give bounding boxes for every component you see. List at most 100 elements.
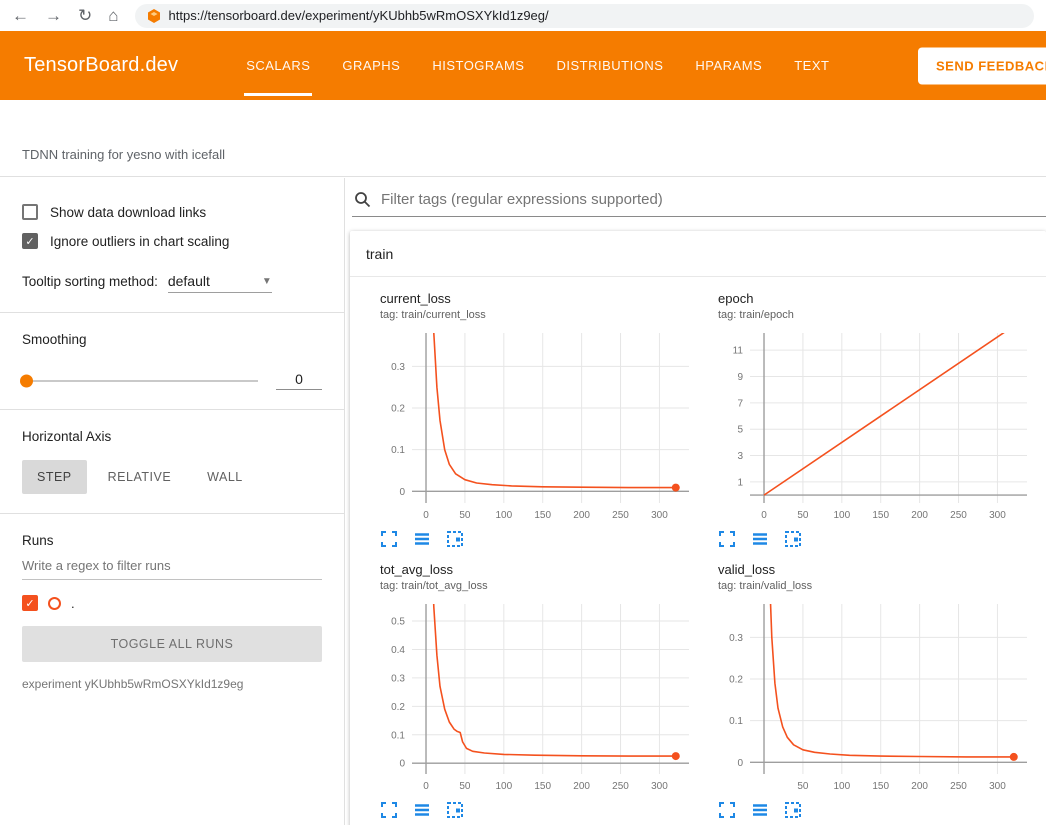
chart-current-loss[interactable]: 00.10.20.3050100150200250300 (366, 327, 696, 527)
fit-domain-icon[interactable] (784, 801, 802, 819)
svg-text:50: 50 (797, 781, 809, 792)
svg-text:300: 300 (989, 510, 1006, 521)
svg-text:0: 0 (399, 487, 405, 498)
svg-text:300: 300 (651, 781, 668, 792)
tooltip-sorting-dropdown[interactable]: default ▼ (168, 273, 272, 293)
run-row[interactable]: . (22, 595, 322, 611)
chart-tag: tag: train/current_loss (366, 309, 696, 321)
svg-text:250: 250 (950, 510, 967, 521)
divider (0, 312, 344, 313)
svg-text:50: 50 (459, 781, 471, 792)
ignore-outliers-label: Ignore outliers in chart scaling (50, 234, 229, 249)
chart-block-current-loss: current_loss tag: train/current_loss 00.… (366, 291, 696, 548)
svg-text:3: 3 (737, 451, 743, 462)
tab-text[interactable]: TEXT (778, 31, 845, 100)
horizontal-axis-label: Horizontal Axis (22, 429, 322, 444)
experiment-caption: experiment yKUbhb5wRmOSXYkId1z9eg (22, 677, 322, 691)
tab-distributions[interactable]: DISTRIBUTIONS (540, 31, 679, 100)
svg-text:100: 100 (833, 510, 850, 521)
experiment-header: TDNN training for yesno with icefall (0, 100, 1046, 177)
runs-label: Runs (22, 533, 322, 548)
smoothing-value[interactable]: 0 (276, 371, 322, 390)
tab-hparams[interactable]: HPARAMS (679, 31, 778, 100)
svg-text:0: 0 (737, 758, 743, 769)
tab-graphs[interactable]: GRAPHS (326, 31, 416, 100)
chart-tot-avg-loss[interactable]: 00.10.20.30.40.5050100150200250300 (366, 598, 696, 798)
svg-text:250: 250 (950, 781, 967, 792)
svg-text:150: 150 (872, 781, 889, 792)
log-scale-icon[interactable] (413, 530, 431, 548)
horizontal-axis-buttons: STEP RELATIVE WALL (22, 460, 322, 494)
log-scale-icon[interactable] (751, 530, 769, 548)
tooltip-sorting-label: Tooltip sorting method: (22, 274, 158, 289)
axis-step-button[interactable]: STEP (22, 460, 87, 494)
svg-text:150: 150 (534, 781, 551, 792)
fit-domain-icon[interactable] (784, 530, 802, 548)
fullscreen-icon[interactable] (718, 801, 736, 819)
svg-text:200: 200 (573, 510, 590, 521)
show-download-links-row[interactable]: Show data download links (22, 204, 322, 220)
chart-toolbar (704, 530, 1034, 548)
forward-icon[interactable]: → (45, 7, 62, 24)
chart-valid-loss[interactable]: 00.10.20.350100150200250300 (704, 598, 1034, 798)
svg-text:250: 250 (612, 510, 629, 521)
smoothing-slider-thumb[interactable] (20, 374, 33, 387)
train-group-header[interactable]: train (350, 231, 1046, 277)
ignore-outliers-checkbox[interactable] (22, 233, 38, 249)
axis-relative-button[interactable]: RELATIVE (93, 460, 187, 494)
nav-tabs: SCALARS GRAPHS HISTOGRAMS DISTRIBUTIONS … (230, 31, 845, 100)
runs-filter-input[interactable] (22, 548, 322, 580)
tab-histograms[interactable]: HISTOGRAMS (416, 31, 540, 100)
chart-block-valid-loss: valid_loss tag: train/valid_loss 00.10.2… (704, 562, 1034, 819)
tab-scalars[interactable]: SCALARS (230, 31, 326, 100)
train-group-card: train current_loss tag: train/current_lo… (350, 231, 1046, 825)
home-icon[interactable]: ⌂ (108, 7, 118, 24)
address-bar[interactable]: https://tensorboard.dev/experiment/yKUbh… (135, 4, 1034, 28)
svg-text:100: 100 (833, 781, 850, 792)
svg-text:100: 100 (495, 510, 512, 521)
svg-text:11: 11 (733, 346, 744, 357)
svg-text:50: 50 (797, 510, 809, 521)
chart-toolbar (704, 801, 1034, 819)
svg-text:200: 200 (573, 781, 590, 792)
svg-text:7: 7 (737, 398, 743, 409)
log-scale-icon[interactable] (413, 801, 431, 819)
smoothing-control: 0 (22, 371, 322, 390)
show-download-links-checkbox[interactable] (22, 204, 38, 220)
send-feedback-button[interactable]: SEND FEEDBACK (918, 47, 1046, 84)
fit-domain-icon[interactable] (446, 530, 464, 548)
svg-text:150: 150 (534, 510, 551, 521)
divider (0, 513, 344, 514)
svg-text:0.3: 0.3 (391, 673, 405, 684)
charts-grid: current_loss tag: train/current_loss 00.… (350, 277, 1046, 825)
ignore-outliers-row[interactable]: Ignore outliers in chart scaling (22, 233, 322, 249)
fullscreen-icon[interactable] (380, 801, 398, 819)
divider (0, 409, 344, 410)
svg-text:300: 300 (651, 510, 668, 521)
svg-text:1: 1 (737, 477, 743, 488)
svg-text:0.1: 0.1 (391, 445, 405, 456)
chart-block-epoch: epoch tag: train/epoch 13579110501001502… (704, 291, 1034, 548)
log-scale-icon[interactable] (751, 801, 769, 819)
toggle-all-runs-button[interactable]: TOGGLE ALL RUNS (22, 626, 322, 662)
axis-wall-button[interactable]: WALL (192, 460, 258, 494)
back-icon[interactable]: ← (12, 7, 29, 24)
browser-toolbar: ← → ↻ ⌂ https://tensorboard.dev/experime… (0, 0, 1046, 31)
svg-text:0.4: 0.4 (391, 645, 405, 656)
svg-text:250: 250 (612, 781, 629, 792)
svg-text:0.3: 0.3 (391, 362, 405, 373)
reload-icon[interactable]: ↻ (78, 7, 92, 24)
filter-tags-input[interactable] (381, 191, 1044, 208)
fit-domain-icon[interactable] (446, 801, 464, 819)
svg-text:0: 0 (423, 781, 429, 792)
chart-tag: tag: train/epoch (704, 309, 1034, 321)
svg-text:0: 0 (423, 510, 429, 521)
fullscreen-icon[interactable] (718, 530, 736, 548)
fullscreen-icon[interactable] (380, 530, 398, 548)
url-text[interactable]: https://tensorboard.dev/experiment/yKUbh… (169, 8, 549, 23)
chart-epoch[interactable]: 1357911050100150200250300 (704, 327, 1034, 527)
run-checkbox[interactable] (22, 595, 38, 611)
smoothing-slider[interactable] (22, 380, 258, 382)
svg-text:0.1: 0.1 (391, 730, 405, 741)
svg-text:100: 100 (495, 781, 512, 792)
